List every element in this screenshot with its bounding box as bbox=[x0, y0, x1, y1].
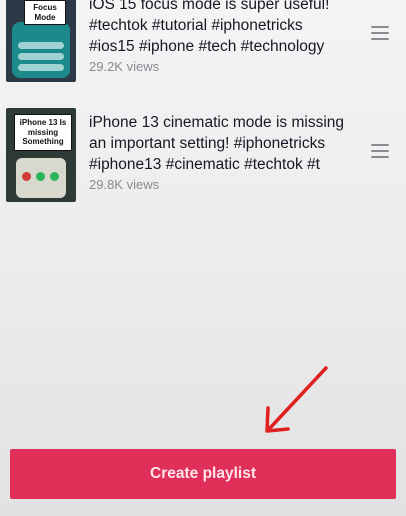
video-item-2[interactable]: iPhone 13 Is missing Something iPhone 13… bbox=[0, 108, 406, 202]
drag-handle-icon[interactable] bbox=[371, 26, 389, 40]
video-title[interactable]: iOS 15 focus mode is super useful! #tech… bbox=[89, 0, 357, 57]
video-thumbnail[interactable]: iPhone 13 Is missing Something bbox=[6, 108, 76, 202]
thumbnail-caption: Focus Mode bbox=[24, 0, 66, 26]
video-title[interactable]: iPhone 13 cinematic mode is missing an i… bbox=[89, 112, 357, 175]
view-count: 29.2K views bbox=[89, 59, 160, 74]
annotation-arrow-icon bbox=[265, 366, 328, 433]
drag-handle-icon[interactable] bbox=[371, 144, 389, 158]
phone-graphic bbox=[12, 22, 70, 78]
phone-graphic bbox=[16, 158, 66, 198]
video-item-1[interactable]: Focus Mode iOS 15 focus mode is super us… bbox=[0, 0, 406, 84]
thumbnail-caption: iPhone 13 Is missing Something bbox=[14, 114, 72, 151]
create-playlist-button[interactable]: Create playlist bbox=[10, 449, 396, 499]
video-thumbnail[interactable]: Focus Mode bbox=[6, 0, 76, 82]
view-count: 29.8K views bbox=[89, 177, 160, 192]
